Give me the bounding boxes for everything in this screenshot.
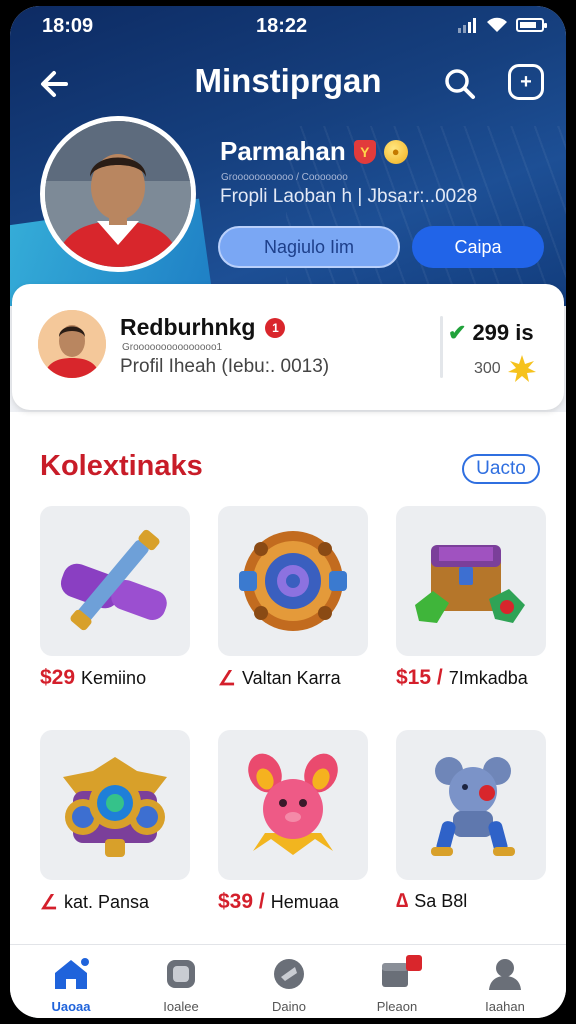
box-icon: [167, 960, 195, 988]
divider: [440, 316, 443, 378]
plus-icon: +: [520, 70, 532, 93]
bottom-tab-bar: Uaoaa Ioalee Daino Pleaon Iaahan: [10, 944, 566, 1018]
home-icon: [55, 958, 89, 989]
tab-home[interactable]: Uaoaa: [26, 957, 116, 1015]
collection-item[interactable]: ∆ Sa B8l: [396, 730, 546, 920]
item-label: $29 Kemiino: [40, 666, 210, 690]
hero-subtitle: Fropli Laoban h | Jbsa:r:..0028: [220, 186, 478, 207]
card-small-text: Grooooooooooooooo1: [122, 342, 223, 353]
collection-item[interactable]: ∠ Valtan Karra: [218, 506, 368, 696]
card-subtitle: Profil Iheah (Iebu:. 0013): [120, 356, 330, 377]
profile-card[interactable]: Redburhnkg 1 Grooooooooooooooo1 Profil I…: [12, 284, 564, 410]
tab-label: Ioalee: [163, 999, 199, 1014]
collection-section: Kolextinaks Uacto $29 Kemiino ∠ Valtan K…: [10, 412, 566, 952]
stat-row: ✔ 299 is: [448, 320, 534, 346]
tab-collection[interactable]: Ioalee: [136, 957, 226, 1015]
status-left-text: 18:09: [42, 15, 94, 37]
tab-label: Daino: [272, 999, 306, 1014]
item-mark: ∠: [218, 668, 236, 690]
tab-label: Uaoaa: [51, 999, 91, 1014]
wifi-icon: [486, 17, 507, 33]
status-bar: 18:09 18:22: [10, 6, 566, 46]
item-name: Hemuaa: [270, 891, 339, 912]
tab-label: Pleaon: [376, 999, 418, 1014]
item-name: Valtan Karra: [241, 668, 341, 688]
hero-small-text: Grooooooooooo / Cooooooo: [221, 172, 348, 183]
tab-shop[interactable]: Daino: [244, 957, 334, 1015]
search-button[interactable]: [440, 64, 480, 104]
item-label: ∠ Valtan Karra: [218, 666, 388, 691]
status-time: 18:22: [256, 15, 308, 37]
item-tile: [396, 506, 546, 656]
card-avatar: [38, 310, 106, 378]
collection-item[interactable]: $39 / Hemuaa: [218, 730, 368, 920]
player-portrait-icon: [38, 310, 106, 378]
tab-profile[interactable]: Iaahan: [460, 957, 550, 1015]
coin-badge-icon: ●: [383, 139, 408, 164]
item-name: Sa B8l: [414, 891, 468, 911]
cannon-item-icon: [60, 529, 167, 631]
stat2-value: 300: [474, 360, 501, 377]
item-name: Kemiino: [81, 667, 147, 688]
hero-name: Parmahan: [220, 136, 346, 166]
item-name: 7Imkadba: [448, 667, 528, 688]
robot-mouse-icon: [431, 757, 515, 856]
item-price: $29: [40, 666, 76, 689]
treasure-chest-icon: [415, 545, 525, 623]
item-price: $39 /: [218, 890, 265, 913]
primary-button[interactable]: Caipa: [412, 226, 544, 268]
secondary-button[interactable]: Nagiulo Iim: [218, 226, 400, 268]
item-tile: [218, 730, 368, 880]
check-icon: ✔: [448, 320, 467, 345]
item-tile: [40, 730, 190, 880]
hero-name-row: Parmahan Y ●: [220, 136, 408, 167]
add-button[interactable]: +: [508, 64, 544, 100]
battery-icon: [516, 18, 547, 32]
gear-drum-item-icon: [239, 531, 347, 631]
notification-badge: 1: [265, 317, 286, 338]
item-label: $15 / 7Imkadba: [396, 666, 566, 690]
hero-avatar[interactable]: [40, 116, 196, 272]
tab-label: Iaahan: [485, 999, 525, 1014]
collection-item[interactable]: $29 Kemiino: [40, 506, 190, 696]
flower-creature-icon: [248, 753, 338, 855]
stat-value: 299 is: [472, 320, 534, 345]
item-name: kat. Pansa: [63, 892, 149, 912]
tab-inventory[interactable]: Pleaon: [352, 955, 442, 1015]
player-portrait-icon: [45, 121, 191, 267]
profile-header: 18:09 18:22 Minstiprgan + Parmahan Y ● G…: [10, 6, 566, 306]
card-name-row: Redburhnkg 1: [120, 314, 286, 341]
signal-icon: [458, 17, 476, 33]
phone-screen: 18:09 18:22 Minstiprgan + Parmahan Y ● G…: [10, 6, 566, 1018]
card-name: Redburhnkg: [120, 314, 256, 340]
item-tile: [40, 506, 190, 656]
notification-badge: [406, 955, 422, 971]
section-title: Kolextinaks: [40, 450, 203, 482]
item-tile: [396, 730, 546, 880]
tag-icon: [274, 959, 304, 989]
page-title: Minstiprgan: [194, 62, 382, 99]
stat2-row: 300: [474, 354, 537, 384]
item-price: $15 /: [396, 666, 443, 689]
item-mark: ∆: [396, 890, 409, 912]
item-mark: ∠: [40, 892, 58, 914]
top-nav: Minstiprgan +: [10, 56, 566, 112]
shield-badge-icon: Y: [353, 139, 376, 164]
collection-item[interactable]: ∠ kat. Pansa: [40, 730, 190, 920]
shield-emblem-icon: [63, 757, 167, 857]
search-icon: [445, 69, 475, 99]
item-label: ∠ kat. Pansa: [40, 890, 210, 915]
see-all-link[interactable]: Uacto: [462, 454, 540, 484]
item-tile: [218, 506, 368, 656]
item-label: ∆ Sa B8l: [396, 890, 566, 913]
star-burst-icon: [507, 355, 536, 382]
user-icon: [489, 959, 521, 990]
collection-item[interactable]: $15 / 7Imkadba: [396, 506, 546, 696]
item-label: $39 / Hemuaa: [218, 890, 388, 914]
status-icons: [458, 17, 547, 33]
